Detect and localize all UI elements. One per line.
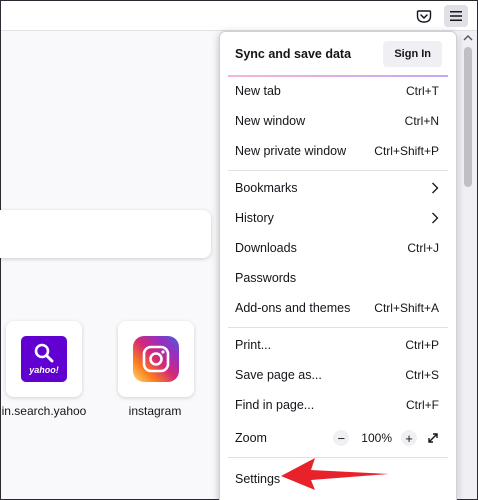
browser-toolbar — [1, 1, 477, 31]
menu-item-downloads[interactable]: Downloads Ctrl+J — [220, 233, 456, 263]
menu-item-shortcut: Ctrl+J — [407, 241, 439, 255]
menu-item-print[interactable]: Print... Ctrl+P — [220, 330, 456, 360]
menu-item-shortcut: Ctrl+Shift+A — [374, 301, 439, 315]
menu-item-passwords[interactable]: Passwords — [220, 263, 456, 293]
menu-item-label: Add-ons and themes — [235, 301, 351, 315]
annotation-arrow — [281, 458, 389, 490]
menu-item-shortcut: Ctrl+T — [406, 84, 439, 98]
zoom-out-button[interactable]: − — [333, 430, 350, 446]
scroll-thumb[interactable] — [464, 47, 472, 187]
sync-title: Sync and save data — [235, 47, 352, 61]
chevron-right-icon — [432, 212, 439, 224]
menu-item-label: Downloads — [235, 241, 297, 255]
top-site-tile-yahoo[interactable]: yahoo! — [6, 321, 82, 397]
menu-item-label: Find in page... — [235, 398, 315, 412]
chevron-right-icon — [432, 182, 439, 194]
top-site-label[interactable]: in.search.yahoo — [0, 404, 99, 418]
menu-item-label: Bookmarks — [235, 181, 298, 195]
menu-item-shortcut: Ctrl+N — [404, 114, 439, 128]
sign-in-button[interactable]: Sign In — [383, 41, 442, 67]
menu-item-save-page[interactable]: Save page as... Ctrl+S — [220, 360, 456, 390]
menu-item-new-window[interactable]: New window Ctrl+N — [220, 106, 456, 136]
menu-divider — [228, 327, 448, 328]
pocket-icon[interactable] — [412, 5, 436, 27]
zoom-level[interactable]: 100% — [361, 431, 392, 445]
scrollbar[interactable] — [459, 31, 477, 499]
menu-item-label: Print... — [235, 338, 272, 352]
top-site-tile-instagram[interactable] — [118, 321, 194, 397]
yahoo-logo-text: yahoo! — [29, 365, 59, 375]
menu-item-history[interactable]: History — [220, 203, 456, 233]
top-site-label[interactable]: instagram — [100, 404, 210, 418]
search-box[interactable] — [0, 210, 211, 258]
menu-item-shortcut: Ctrl+F — [406, 398, 439, 412]
menu-divider — [228, 170, 448, 171]
menu-item-shortcut: Ctrl+P — [405, 338, 439, 352]
menu-item-shortcut: Ctrl+Shift+P — [374, 144, 439, 158]
menu-item-new-private-window[interactable]: New private window Ctrl+Shift+P — [220, 136, 456, 166]
menu-item-find-in-page[interactable]: Find in page... Ctrl+F — [220, 390, 456, 420]
menu-item-label: Save page as... — [235, 368, 322, 382]
menu-item-label: History — [235, 211, 274, 225]
sync-section: Sync and save data Sign In — [220, 32, 456, 76]
menu-item-shortcut: Ctrl+S — [405, 368, 439, 382]
menu-item-label: Settings — [235, 472, 281, 486]
menu-item-label: Passwords — [235, 271, 297, 285]
yahoo-logo: yahoo! — [21, 336, 67, 382]
menu-item-label: New private window — [235, 144, 347, 158]
zoom-in-button[interactable]: + — [401, 430, 417, 446]
menu-item-label: Zoom — [235, 431, 267, 445]
instagram-icon — [133, 336, 179, 382]
menu-item-label: New window — [235, 114, 306, 128]
menu-item-label: New tab — [235, 84, 281, 98]
hamburger-menu-icon[interactable] — [444, 5, 468, 27]
app-menu-panel: Sync and save data Sign In New tab Ctrl+… — [219, 31, 457, 500]
menu-item-new-tab[interactable]: New tab Ctrl+T — [220, 76, 456, 106]
menu-item-zoom: Zoom − 100% + — [220, 423, 456, 453]
zoom-controls: − 100% + — [333, 430, 439, 446]
fullscreen-icon[interactable] — [427, 432, 439, 444]
search-icon — [34, 343, 54, 363]
menu-item-bookmarks[interactable]: Bookmarks — [220, 173, 456, 203]
scroll-up-icon[interactable] — [462, 33, 474, 43]
menu-item-addons-themes[interactable]: Add-ons and themes Ctrl+Shift+A — [220, 293, 456, 323]
